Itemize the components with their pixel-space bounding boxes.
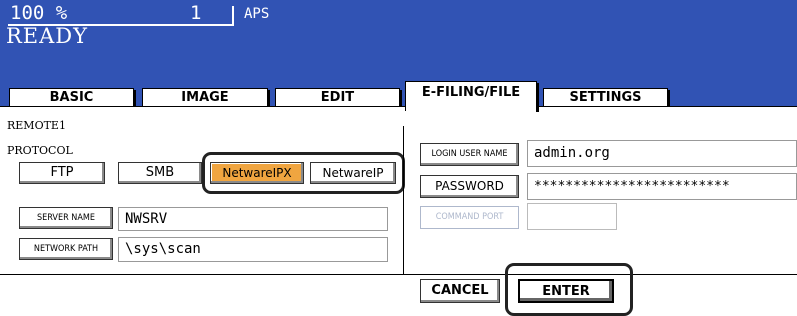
server-name-field[interactable]: NWSRV	[118, 207, 388, 231]
enter-button[interactable]: ENTER	[518, 279, 614, 303]
login-user-name-field[interactable]: admin.org	[527, 140, 797, 167]
readout-bracket	[232, 6, 234, 26]
copy-count: 1	[190, 2, 202, 24]
protocol-netware-ip-button[interactable]: NetwareIP	[310, 162, 396, 184]
password-field[interactable]: *************************	[527, 173, 797, 200]
section-divider	[403, 126, 404, 274]
network-path-button[interactable]: NETWORK PATH	[19, 238, 113, 260]
protocol-smb-button[interactable]: SMB	[118, 162, 202, 184]
cancel-button[interactable]: CANCEL	[420, 279, 500, 303]
command-port-button: COMMAND PORT	[420, 206, 519, 229]
machine-status: READY	[6, 24, 89, 48]
tab-settings[interactable]: SETTINGS	[543, 88, 670, 107]
remote-title: REMOTE1	[7, 119, 66, 132]
tab-basic[interactable]: BASIC	[9, 88, 136, 107]
tab-image[interactable]: IMAGE	[142, 88, 270, 107]
protocol-label: PROTOCOL	[7, 144, 73, 157]
zoom-readout: 100 %	[10, 2, 68, 24]
server-name-button[interactable]: SERVER NAME	[19, 207, 113, 229]
tab-efiling-file[interactable]: E-FILING/FILE	[405, 81, 539, 112]
paper-mode: APS	[244, 6, 270, 22]
protocol-netware-ipx-button[interactable]: NetwareIPX	[210, 162, 304, 184]
footer-area	[0, 275, 797, 313]
network-path-field[interactable]: \sys\scan	[118, 237, 388, 262]
tab-edit[interactable]: EDIT	[275, 88, 402, 107]
protocol-ftp-button[interactable]: FTP	[19, 162, 105, 184]
password-button[interactable]: PASSWORD	[420, 175, 519, 198]
login-user-name-button[interactable]: LOGIN USER NAME	[420, 143, 519, 166]
command-port-field	[527, 203, 617, 230]
